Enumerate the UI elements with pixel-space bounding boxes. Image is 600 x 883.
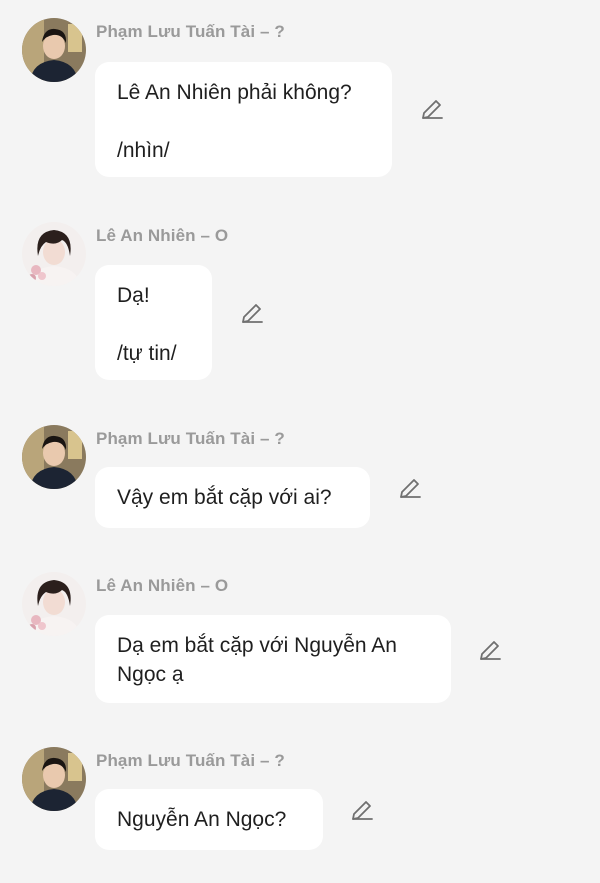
avatar[interactable]: [22, 18, 86, 82]
pencil-icon[interactable]: [419, 97, 445, 123]
sender-name: Phạm Lưu Tuấn Tài – ?: [96, 751, 285, 770]
sender-name: Phạm Lưu Tuấn Tài – ?: [96, 429, 285, 448]
avatar[interactable]: [22, 222, 86, 286]
message-bubble[interactable]: Vậy em bắt cặp với ai?: [95, 467, 370, 528]
message-text: /nhìn/: [117, 139, 170, 162]
message-text: Nguyễn An Ngọc?: [117, 808, 287, 831]
message-text: Lê An Nhiên phải không?: [117, 81, 352, 104]
message-text: Dạ!: [117, 284, 150, 307]
message-text: Vậy em bắt cặp với ai?: [117, 486, 332, 509]
pencil-icon[interactable]: [349, 798, 375, 824]
message-bubble[interactable]: Dạ em bắt cặp với Nguyễn An Ngọc ạ: [95, 615, 451, 703]
avatar[interactable]: [22, 572, 86, 636]
sender-name: Lê An Nhiên – O: [96, 576, 229, 595]
avatar[interactable]: [22, 747, 86, 811]
message-bubble[interactable]: Dạ! /tự tin/: [95, 265, 212, 380]
pencil-icon[interactable]: [477, 638, 503, 664]
message-text: /tự tin/: [117, 342, 177, 365]
pencil-icon[interactable]: [397, 476, 423, 502]
message-bubble[interactable]: Nguyễn An Ngọc?: [95, 789, 323, 850]
message-bubble[interactable]: Lê An Nhiên phải không? /nhìn/: [95, 62, 392, 177]
sender-name: Phạm Lưu Tuấn Tài – ?: [96, 22, 285, 41]
message-text: Dạ em bắt cặp với Nguyễn An Ngọc ạ: [117, 634, 397, 686]
sender-name: Lê An Nhiên – O: [96, 226, 229, 245]
pencil-icon[interactable]: [239, 301, 265, 327]
avatar[interactable]: [22, 425, 86, 489]
